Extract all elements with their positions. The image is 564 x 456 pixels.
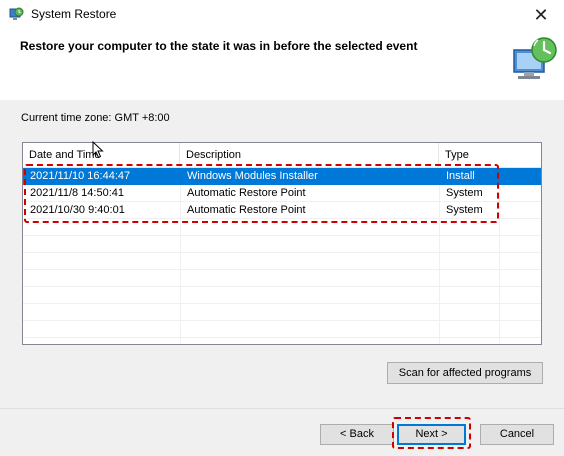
column-header-type[interactable]: Type: [439, 143, 541, 167]
row-divider: [23, 235, 541, 236]
page-heading: Restore your computer to the state it wa…: [20, 39, 418, 53]
cell-description: Automatic Restore Point: [187, 204, 306, 216]
footer-divider: [0, 408, 564, 409]
row-divider: [23, 303, 541, 304]
row-divider: [23, 337, 541, 338]
window-title: System Restore: [31, 7, 117, 21]
table-row[interactable]: 2021/11/8 14:50:41 Automatic Restore Poi…: [23, 185, 541, 202]
back-button[interactable]: < Back: [320, 424, 394, 445]
row-divider: [23, 286, 541, 287]
cell-type: Install: [446, 170, 475, 182]
cell-date: 2021/11/10 16:44:47: [30, 170, 131, 182]
scan-affected-programs-button[interactable]: Scan for affected programs: [387, 362, 543, 384]
close-button[interactable]: ✕: [518, 0, 564, 30]
column-header-description[interactable]: Description: [180, 143, 439, 167]
cell-date: 2021/11/8 14:50:41: [30, 187, 124, 199]
row-divider: [23, 252, 541, 253]
header-panel: Restore your computer to the state it wa…: [0, 30, 564, 100]
system-restore-icon: [513, 37, 557, 79]
cell-date: 2021/10/30 9:40:01: [30, 204, 125, 216]
restore-point-table[interactable]: Date and Time Description Type 2021/11/1…: [22, 142, 542, 345]
row-divider: [23, 320, 541, 321]
next-button[interactable]: Next >: [397, 424, 466, 445]
cell-type: System: [446, 187, 483, 199]
cell-type: System: [446, 204, 483, 216]
system-restore-icon: [9, 7, 24, 20]
cell-description: Automatic Restore Point: [187, 187, 306, 199]
timezone-label: Current time zone: GMT +8:00: [21, 112, 170, 124]
mouse-cursor-icon: [92, 141, 104, 159]
cell-description: Windows Modules Installer: [187, 170, 318, 182]
cancel-button[interactable]: Cancel: [480, 424, 554, 445]
table-row[interactable]: 2021/11/10 16:44:47 Windows Modules Inst…: [23, 168, 541, 185]
row-divider: [23, 269, 541, 270]
table-row[interactable]: 2021/10/30 9:40:01 Automatic Restore Poi…: [23, 202, 541, 219]
title-bar: System Restore ✕: [0, 0, 564, 30]
